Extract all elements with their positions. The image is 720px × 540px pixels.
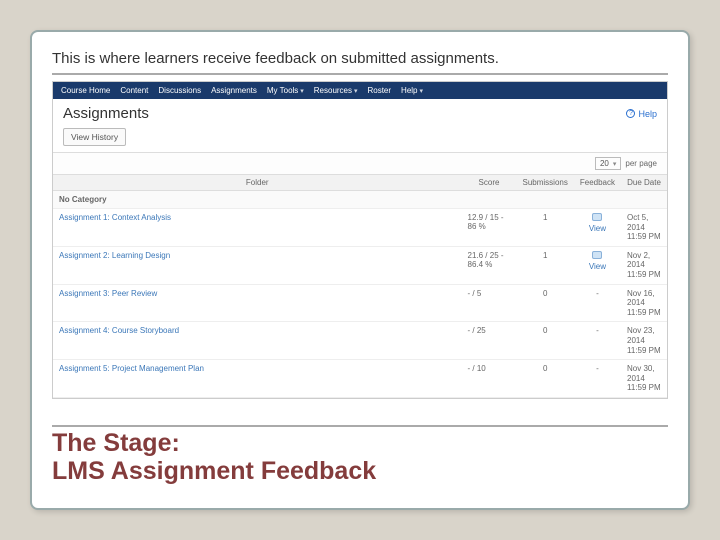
submissions-cell: 0 [517, 322, 574, 360]
score-cell: - / 25 [462, 322, 517, 360]
help-link-label: Help [638, 109, 657, 119]
table-row: Assignment 3: Peer Review - / 5 0 - Nov … [53, 284, 667, 322]
score-cell: 21.6 / 25 - 86.4 % [462, 246, 517, 284]
nav-course-home[interactable]: Course Home [61, 86, 110, 95]
page-header: Assignments ? Help [53, 99, 667, 124]
perpage-label: per page [625, 159, 657, 168]
caption-top: This is where learners receive feedback … [52, 50, 668, 67]
slide-title-line1: The Stage: [52, 429, 180, 457]
table-row: Assignment 1: Context Analysis 12.9 / 15… [53, 209, 667, 247]
feedback-cell[interactable]: View [574, 209, 621, 247]
assignment-link[interactable]: Assignment 3: Peer Review [59, 289, 157, 298]
nav-discussions[interactable]: Discussions [158, 86, 201, 95]
nav-my-tools[interactable]: My Tools [267, 86, 304, 95]
divider-top [52, 73, 668, 75]
lms-navbar: Course Home Content Discussions Assignme… [53, 82, 667, 99]
col-submissions: Submissions [517, 175, 574, 191]
feedback-view-link: View [580, 262, 615, 271]
category-label: No Category [53, 191, 667, 209]
slide-title-block: The Stage: LMS Assignment Feedback [52, 425, 668, 487]
category-row: No Category [53, 191, 667, 209]
assignments-table: Folder Score Submissions Feedback Due Da… [53, 174, 667, 398]
slide-title-line2: LMS Assignment Feedback [52, 457, 376, 485]
slide-title: The Stage: LMS Assignment Feedback [52, 429, 668, 487]
feedback-icon [592, 213, 602, 221]
pagination-toolbar: 20 per page [53, 152, 667, 174]
due-cell: Nov 2, 2014 11:59 PM [621, 246, 667, 284]
score-cell: - / 10 [462, 360, 517, 398]
col-folder: Folder [53, 175, 462, 191]
feedback-cell: - [574, 322, 621, 360]
nav-resources[interactable]: Resources [314, 86, 358, 95]
due-cell: Oct 5, 2014 11:59 PM [621, 209, 667, 247]
nav-help[interactable]: Help [401, 86, 423, 95]
feedback-icon [592, 251, 602, 259]
submissions-cell: 1 [517, 209, 574, 247]
due-cell: Nov 30, 2014 11:59 PM [621, 360, 667, 398]
table-row: Assignment 5: Project Management Plan - … [53, 360, 667, 398]
feedback-view-link: View [580, 224, 615, 233]
due-cell: Nov 23, 2014 11:59 PM [621, 322, 667, 360]
assignment-link[interactable]: Assignment 4: Course Storyboard [59, 326, 179, 335]
slide-card: This is where learners receive feedback … [30, 30, 690, 510]
lms-screenshot: Course Home Content Discussions Assignme… [52, 81, 668, 399]
feedback-cell: - [574, 284, 621, 322]
view-history-button[interactable]: View History [63, 128, 126, 146]
table-header-row: Folder Score Submissions Feedback Due Da… [53, 175, 667, 191]
table-row: Assignment 2: Learning Design 21.6 / 25 … [53, 246, 667, 284]
nav-assignments[interactable]: Assignments [211, 86, 257, 95]
perpage-value: 20 [600, 159, 609, 168]
submissions-cell: 1 [517, 246, 574, 284]
col-score: Score [462, 175, 517, 191]
table-row: Assignment 4: Course Storyboard - / 25 0… [53, 322, 667, 360]
feedback-cell: - [574, 360, 621, 398]
help-link[interactable]: ? Help [626, 109, 657, 119]
col-due-date: Due Date [621, 175, 667, 191]
nav-roster[interactable]: Roster [367, 86, 391, 95]
help-icon: ? [626, 109, 635, 118]
assignment-link[interactable]: Assignment 2: Learning Design [59, 251, 170, 260]
feedback-cell[interactable]: View [574, 246, 621, 284]
perpage-select[interactable]: 20 [595, 157, 621, 170]
score-cell: - / 5 [462, 284, 517, 322]
assignment-link[interactable]: Assignment 1: Context Analysis [59, 213, 171, 222]
submissions-cell: 0 [517, 284, 574, 322]
submissions-cell: 0 [517, 360, 574, 398]
due-cell: Nov 16, 2014 11:59 PM [621, 284, 667, 322]
nav-content[interactable]: Content [120, 86, 148, 95]
assignment-link[interactable]: Assignment 5: Project Management Plan [59, 364, 204, 373]
divider-title [52, 425, 668, 427]
score-cell: 12.9 / 15 - 86 % [462, 209, 517, 247]
col-feedback: Feedback [574, 175, 621, 191]
page-title: Assignments [63, 105, 149, 122]
